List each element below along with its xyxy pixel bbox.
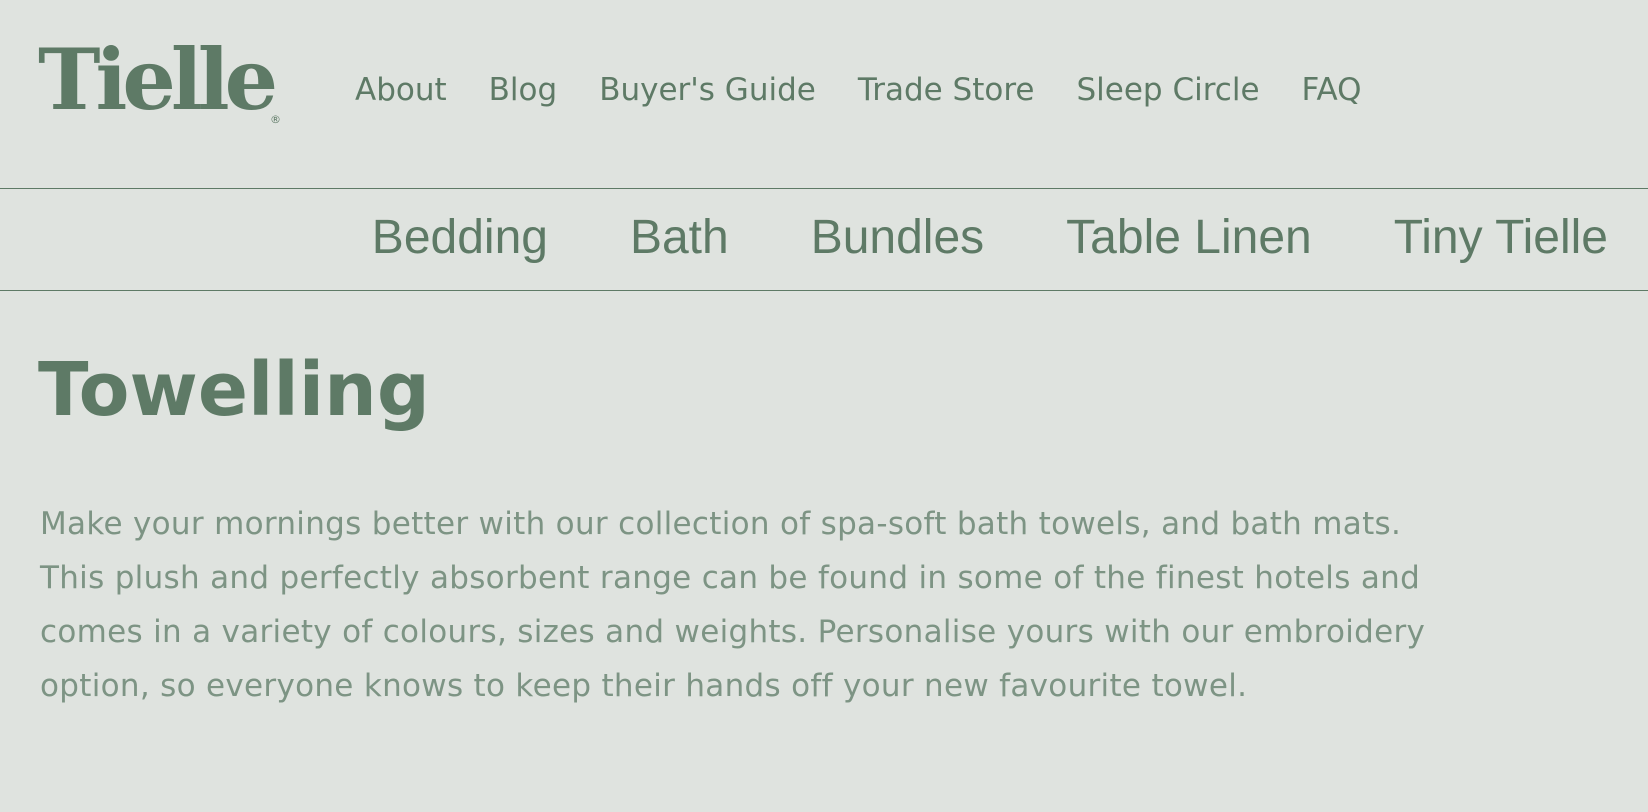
page-title: Towelling: [38, 347, 430, 433]
category-nav: Bedding Bath Bundles Table Linen Tiny Ti…: [372, 214, 1608, 262]
util-nav-about[interactable]: About: [355, 72, 447, 108]
site-header: Tielle ® About Blog Buyer's Guide Trade …: [0, 0, 1648, 188]
util-nav-blog[interactable]: Blog: [489, 72, 558, 108]
category-nav-bedding[interactable]: Bedding: [372, 214, 548, 262]
util-nav-buyers-guide[interactable]: Buyer's Guide: [599, 72, 816, 108]
category-description: Make your mornings better with our colle…: [40, 506, 1426, 704]
category-nav-top-divider: [0, 188, 1648, 189]
brand-logo[interactable]: Tielle: [38, 38, 278, 122]
category-nav-bottom-divider: [0, 290, 1648, 291]
utility-nav: About Blog Buyer's Guide Trade Store Sle…: [355, 72, 1362, 108]
util-nav-sleep-circle[interactable]: Sleep Circle: [1077, 72, 1260, 108]
category-nav-bundles[interactable]: Bundles: [811, 214, 984, 262]
category-nav-table-linen[interactable]: Table Linen: [1066, 214, 1312, 262]
util-nav-trade-store[interactable]: Trade Store: [858, 72, 1035, 108]
category-nav-bath[interactable]: Bath: [630, 214, 729, 262]
category-nav-tiny-tielle[interactable]: Tiny Tielle: [1394, 214, 1608, 262]
registered-trademark-mark: ®: [270, 113, 281, 126]
util-nav-faq[interactable]: FAQ: [1302, 72, 1362, 108]
